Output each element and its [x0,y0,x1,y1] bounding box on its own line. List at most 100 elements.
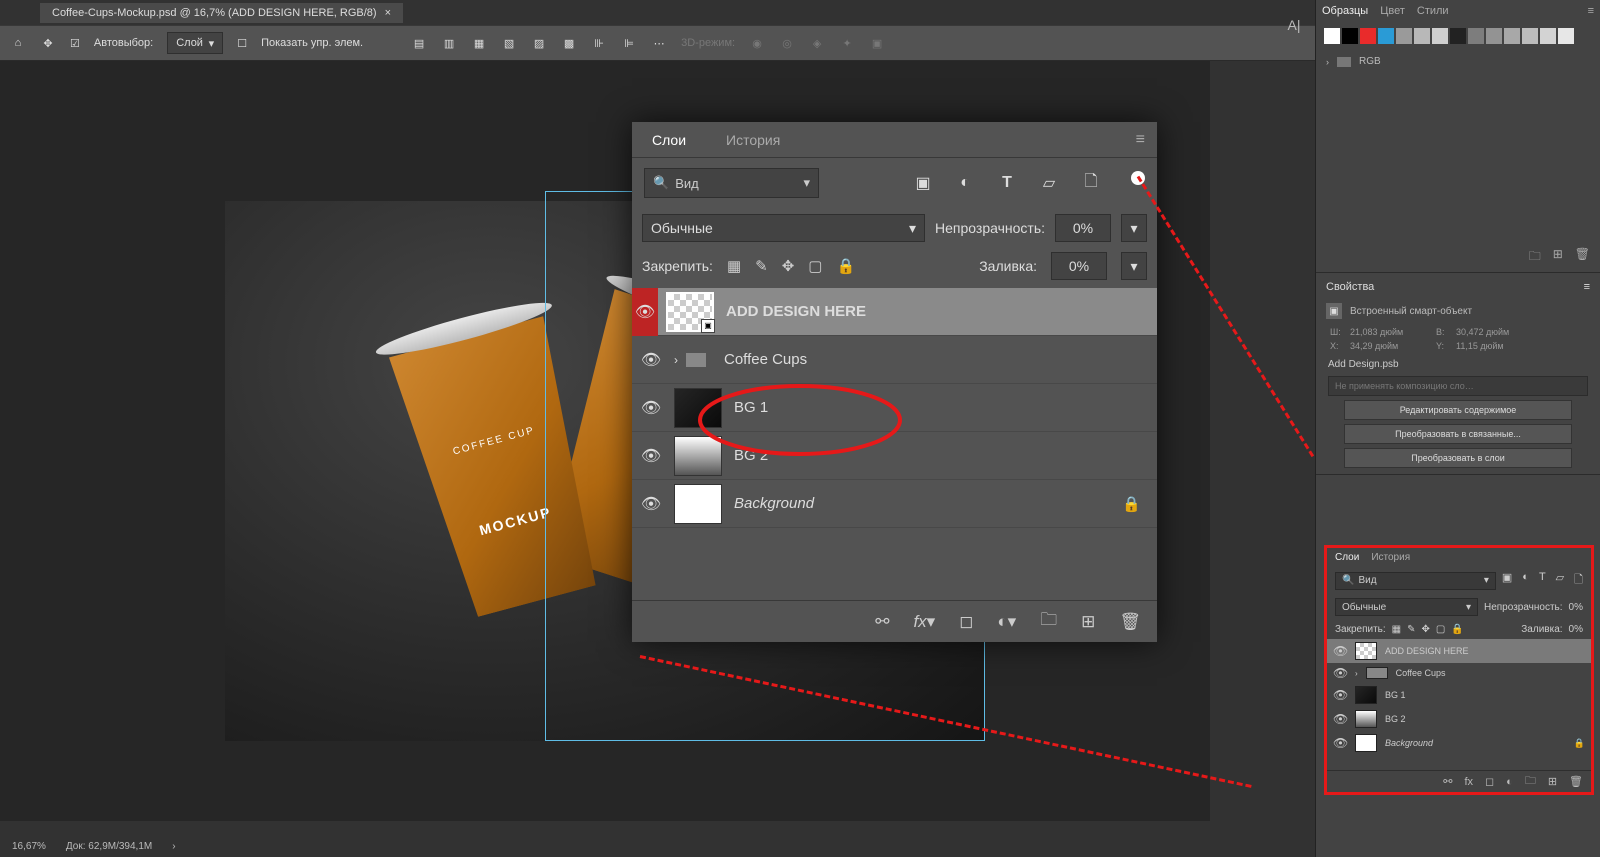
opacity-value[interactable]: 0% [1055,214,1111,242]
layer-thumbnail[interactable] [1355,642,1377,660]
swatch-group-row[interactable]: › RGB [1316,50,1600,73]
filter-shape-icon[interactable]: ▱ [1039,173,1059,193]
lock-position-icon[interactable]: ✥ [1422,624,1430,635]
new-icon[interactable]: ⊞ [1553,247,1563,268]
tab-layers[interactable]: Слои [1335,552,1359,563]
3d-icon[interactable]: ◎ [779,35,795,51]
filter-smart-icon[interactable]: 🗋 [1081,173,1101,193]
convert-linked-button[interactable]: Преобразовать в связанные... [1344,424,1572,444]
layer-thumbnail[interactable] [674,484,722,524]
distribute-icon[interactable]: ⊪ [591,35,607,51]
layer-row[interactable]: 👁 Background 🔒 [1327,731,1591,755]
layer-thumbnail[interactable] [1355,710,1377,728]
layer-thumbnail[interactable] [1355,686,1377,704]
visibility-icon[interactable]: 👁 [640,398,662,418]
filter-adjust-icon[interactable]: ◐ [955,173,975,193]
swatch[interactable] [1360,28,1376,44]
mask-icon[interactable]: ◻ [1485,775,1494,788]
align-icon[interactable]: ▩ [561,35,577,51]
swatch[interactable] [1540,28,1556,44]
lock-paint-icon[interactable]: ✎ [755,257,768,275]
panel-menu-icon[interactable]: ≡ [1584,281,1590,293]
lock-transparency-icon[interactable]: ▦ [1392,624,1401,635]
group-icon[interactable]: 🗀 [1525,772,1536,791]
align-icon[interactable]: ▦ [471,35,487,51]
expand-icon[interactable]: › [1355,669,1358,678]
layer-thumbnail[interactable] [1355,734,1377,752]
y-value[interactable]: 11,15 дюйм [1456,341,1516,351]
lock-transparency-icon[interactable]: ▦ [727,257,741,275]
tab-color[interactable]: Цвет [1380,5,1405,17]
edit-contents-button[interactable]: Редактировать содержимое [1344,400,1572,420]
layer-filter-dropdown[interactable]: 🔍 Вид ▾ [644,168,819,198]
visibility-icon[interactable]: 👁 [1333,688,1347,702]
libraries-icon[interactable]: A| [1274,10,1314,40]
trash-icon[interactable]: 🗑 [1575,247,1590,268]
layer-thumbnail[interactable] [674,388,722,428]
chevron-right-icon[interactable]: › [172,841,175,852]
lock-paint-icon[interactable]: ✎ [1407,624,1415,635]
height-value[interactable]: 30,472 дюйм [1456,327,1516,337]
lock-artboard-icon[interactable]: ▢ [808,257,822,275]
filter-type-icon[interactable]: T [997,173,1017,193]
layer-filter-dropdown[interactable]: 🔍 Вид▾ [1335,572,1496,590]
expand-icon[interactable]: › [674,353,678,367]
blend-mode-dropdown[interactable]: Обычные▾ [642,214,925,242]
swatch[interactable] [1342,28,1358,44]
visibility-icon[interactable]: 👁 [1333,736,1347,750]
opacity-value[interactable]: 0% [1569,602,1583,613]
visibility-icon[interactable]: 👁 [1333,666,1347,680]
cloud-icon[interactable]: 🗀 [1529,247,1541,268]
fill-value[interactable]: 0% [1051,252,1107,280]
layer-row[interactable]: 👁 ADD DESIGN HERE [1327,639,1591,663]
visibility-icon[interactable]: 👁 [632,288,658,336]
move-tool-icon[interactable]: ✥ [40,35,56,51]
layer-row[interactable]: 👁 › Coffee Cups [632,336,1157,384]
swatch[interactable] [1450,28,1466,44]
swatch[interactable] [1378,28,1394,44]
panel-menu-icon[interactable]: ≡ [1136,131,1145,149]
new-layer-icon[interactable]: ⊞ [1548,775,1557,788]
layer-row[interactable]: 👁 BG 1 [1327,683,1591,707]
layer-row[interactable]: 👁 ▣ ADD DESIGN HERE [632,288,1157,336]
align-icon[interactable]: ▥ [441,35,457,51]
visibility-icon[interactable]: 👁 [1333,712,1347,726]
close-icon[interactable]: × [385,7,391,19]
3d-icon[interactable]: ◉ [749,35,765,51]
show-controls-checkbox[interactable]: ☐ [237,37,247,50]
swatch[interactable] [1486,28,1502,44]
3d-icon[interactable]: ◈ [809,35,825,51]
swatch[interactable] [1414,28,1430,44]
lock-icon[interactable]: 🔒 [1574,738,1585,749]
lock-all-icon[interactable]: 🔒 [836,257,855,275]
layer-row[interactable]: 👁 Background 🔒 [632,480,1157,528]
layer-thumbnail[interactable] [674,436,722,476]
visibility-icon[interactable]: 👁 [640,350,662,370]
fill-dropdown[interactable]: ▾ [1121,252,1147,280]
document-tab[interactable]: Coffee-Cups-Mockup.psd @ 16,7% (ADD DESI… [40,3,403,23]
link-icon[interactable]: ⚯ [875,612,889,632]
swatch[interactable] [1396,28,1412,44]
distribute-icon[interactable]: ⊫ [621,35,637,51]
filter-shape-icon[interactable]: ▱ [1556,571,1564,590]
layer-thumbnail[interactable]: ▣ [666,292,714,332]
fx-icon[interactable]: fx [1464,776,1473,788]
visibility-icon[interactable]: 👁 [1333,644,1347,658]
tab-history[interactable]: История [1371,552,1410,563]
filter-pixel-icon[interactable]: ▣ [1502,571,1512,590]
filter-type-icon[interactable]: T [1539,571,1546,590]
adjustment-icon[interactable]: ◐ [1506,776,1513,788]
lock-position-icon[interactable]: ✥ [782,257,795,275]
fill-value[interactable]: 0% [1569,624,1583,635]
align-icon[interactable]: ▨ [531,35,547,51]
lock-icon[interactable]: 🔒 [1122,495,1141,513]
layer-row[interactable]: 👁 BG 1 [632,384,1157,432]
blend-mode-dropdown[interactable]: Обычные▾ [1335,598,1478,616]
lock-artboard-icon[interactable]: ▢ [1436,624,1445,635]
tab-swatches[interactable]: Образцы [1322,5,1368,17]
x-value[interactable]: 34,29 дюйм [1350,341,1410,351]
trash-icon[interactable]: 🗑 [1119,612,1141,632]
align-icon[interactable]: ▧ [501,35,517,51]
new-layer-icon[interactable]: ⊞ [1081,612,1095,632]
swatch[interactable] [1468,28,1484,44]
